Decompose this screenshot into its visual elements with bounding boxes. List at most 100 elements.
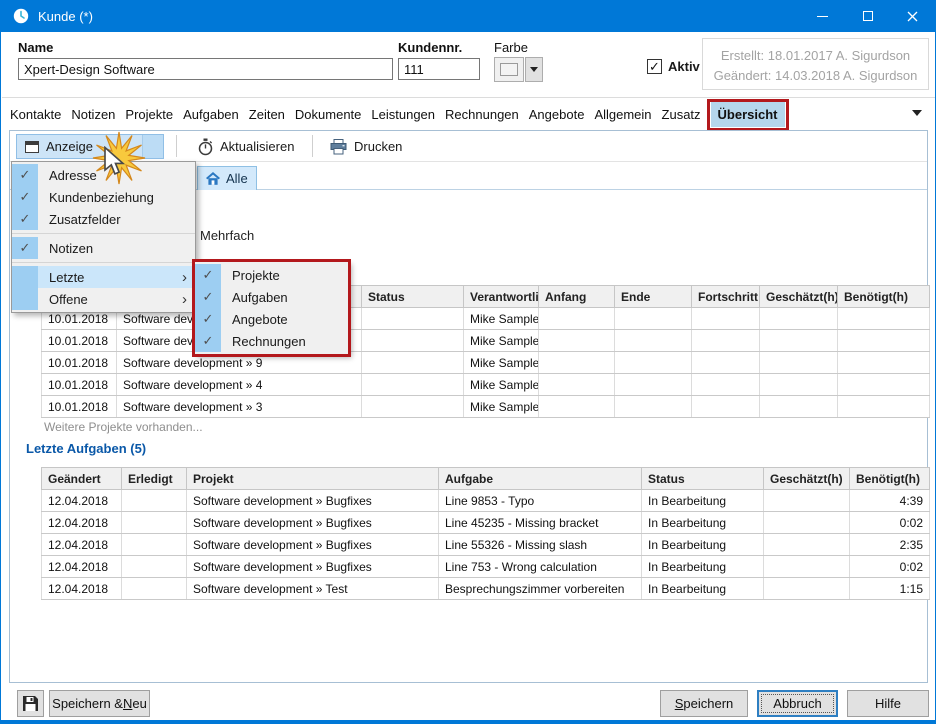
table-cell: 12.04.2018 [42,490,122,512]
menu-item-label: Angebote [221,312,348,327]
submenu-item-angebote[interactable]: ✓ Angebote [195,308,348,330]
menu-item-label: Kundenbeziehung [38,190,195,205]
table-cell [539,308,615,330]
window-title: Kunde (*) [38,9,93,24]
kundennr-field[interactable] [398,58,480,80]
aktualisieren-label: Aktualisieren [220,139,294,154]
chevron-down-icon [912,110,922,116]
checkmark-icon: ✓ [12,237,38,259]
table-row[interactable]: 12.04.2018 Software development » Bugfixe… [42,512,930,534]
table-row[interactable]: 12.04.2018Software development » Bugfixe… [42,534,930,556]
checkmark-icon: ✓ [12,186,38,208]
save-floppy-icon [23,696,38,711]
submenu-item-aufgaben[interactable]: ✓ Aufgaben [195,286,348,308]
color-swatch-button[interactable] [494,57,524,82]
save-icon-button[interactable] [17,690,44,717]
table-cell: Software development » Bugfixes [187,512,439,534]
menu-item-adresse[interactable]: ✓ Adresse [12,164,195,186]
letzte-aufgaben-table: GeändertErledigtProjektAufgabeStatusGesc… [41,467,930,600]
geaendert-text: Geändert: 14.03.2018 A. Sigurdson [703,66,928,86]
alle-filter-button[interactable]: Alle [197,166,257,190]
table-cell: Software development » Bugfixes [187,490,439,512]
table-cell [764,534,850,556]
table-cell [692,330,760,352]
menu-item-notizen[interactable]: ✓ Notizen [12,237,195,259]
tab-angebote[interactable]: Angebote [529,102,585,127]
tab-uebersicht[interactable]: Übersicht [711,102,785,127]
menu-item-letzte[interactable]: Letzte › [12,266,195,288]
table-row[interactable]: 10.01.2018Software develoMike Sample [42,330,930,352]
tab-notizen[interactable]: Notizen [71,102,115,127]
minimize-button[interactable] [800,0,845,32]
table-row[interactable]: 12.04.2018 Software development » Bugfixe… [42,490,930,512]
table-cell: 12.04.2018 [42,512,122,534]
table-cell [838,352,930,374]
menu-item-zusatzfelder[interactable]: ✓ Zusatzfelder [12,208,195,230]
tab-zusatz[interactable]: Zusatz [662,102,701,127]
tab-rechnungen[interactable]: Rechnungen [445,102,519,127]
abbruch-button[interactable]: Abbruch [757,690,838,717]
anzeige-split-button[interactable]: Anzeige [16,134,164,159]
table-cell [615,352,692,374]
clock-app-icon [13,8,29,24]
menu-item-offene[interactable]: Offene › [12,288,195,310]
table-row[interactable]: 10.01.2018Software development » 9Mike S… [42,352,930,374]
anzeige-dropdown-split[interactable] [142,135,163,158]
checkmark-icon: ✓ [12,164,38,186]
tab-kontakte[interactable]: Kontakte [10,102,61,127]
menu-item-kundenbeziehung[interactable]: ✓ Kundenbeziehung [12,186,195,208]
drucken-button[interactable]: Drucken [330,134,402,159]
tab-uebersicht-label: Übersicht [718,107,778,122]
tab-leistungen[interactable]: Leistungen [371,102,435,127]
table-row[interactable]: 12.04.2018Software development » Bugfixe… [42,556,930,578]
tab-projekte[interactable]: Projekte [125,102,173,127]
table-row[interactable]: 10.01.2018Software development » 4Mike S… [42,374,930,396]
anzeige-dropdown-menu: ✓ Adresse ✓ Kundenbeziehung ✓ Zusatzfeld… [11,161,196,313]
erstellt-text: Erstellt: 18.01.2017 A. Sigurdson [703,46,928,66]
table-cell [764,512,850,534]
table-cell: 2:35 [850,534,930,556]
submenu-item-projekte[interactable]: ✓ Projekte [195,264,348,286]
table-cell [539,396,615,418]
mnemonic: N [123,696,132,711]
menu-item-label: Letzte [38,270,182,285]
hilfe-button[interactable]: Hilfe [847,690,929,717]
button-label: Speichern & [52,696,123,711]
customer-form: Name Kundennr. Farbe ✓ Aktiv Erstellt: 1… [2,32,936,98]
submenu-item-rechnungen[interactable]: ✓ Rechnungen [195,330,348,352]
tab-bar: Kontakte Notizen Projekte Aufgaben Zeite… [2,98,936,130]
table-cell [122,534,187,556]
table-cell [362,396,464,418]
speichern-und-neu-button[interactable]: Speichern & Neu [49,690,150,717]
tab-aufgaben[interactable]: Aufgaben [183,102,239,127]
table-cell: In Bearbeitung [642,578,764,600]
checkmark-icon: ✓ [195,264,221,286]
tab-dokumente[interactable]: Dokumente [295,102,361,127]
table-row[interactable]: 12.04.2018Software development » TestBes… [42,578,930,600]
toolbar-separator [312,135,313,157]
name-field[interactable] [18,58,393,80]
speichern-button[interactable]: Speichern [660,690,748,717]
column-header: Status [642,468,764,490]
menu-item-label: Rechnungen [221,334,348,349]
tab-zeiten[interactable]: Zeiten [249,102,285,127]
tab-allgemein[interactable]: Allgemein [594,102,651,127]
tab-overflow-button[interactable] [912,110,922,116]
table-cell: 10.01.2018 [42,396,117,418]
column-header: Geschätzt(h) [764,468,850,490]
maximize-button[interactable] [845,0,890,32]
aktualisieren-button[interactable]: Aktualisieren [198,134,294,159]
table-cell [692,352,760,374]
close-button[interactable] [890,0,935,32]
table-cell: 10.01.2018 [42,330,117,352]
table-row[interactable]: 10.01.2018Software development » 3Mike S… [42,396,930,418]
table-cell [615,308,692,330]
column-header: Geschätzt(h) [760,286,838,308]
column-header: Anfang [539,286,615,308]
table-cell [760,308,838,330]
table-cell: In Bearbeitung [642,512,764,534]
table-cell: Mike Sample [464,374,539,396]
aktiv-checkbox[interactable]: ✓ [647,59,662,74]
anzeige-label: Anzeige [46,139,93,154]
color-dropdown-button[interactable] [525,57,543,82]
